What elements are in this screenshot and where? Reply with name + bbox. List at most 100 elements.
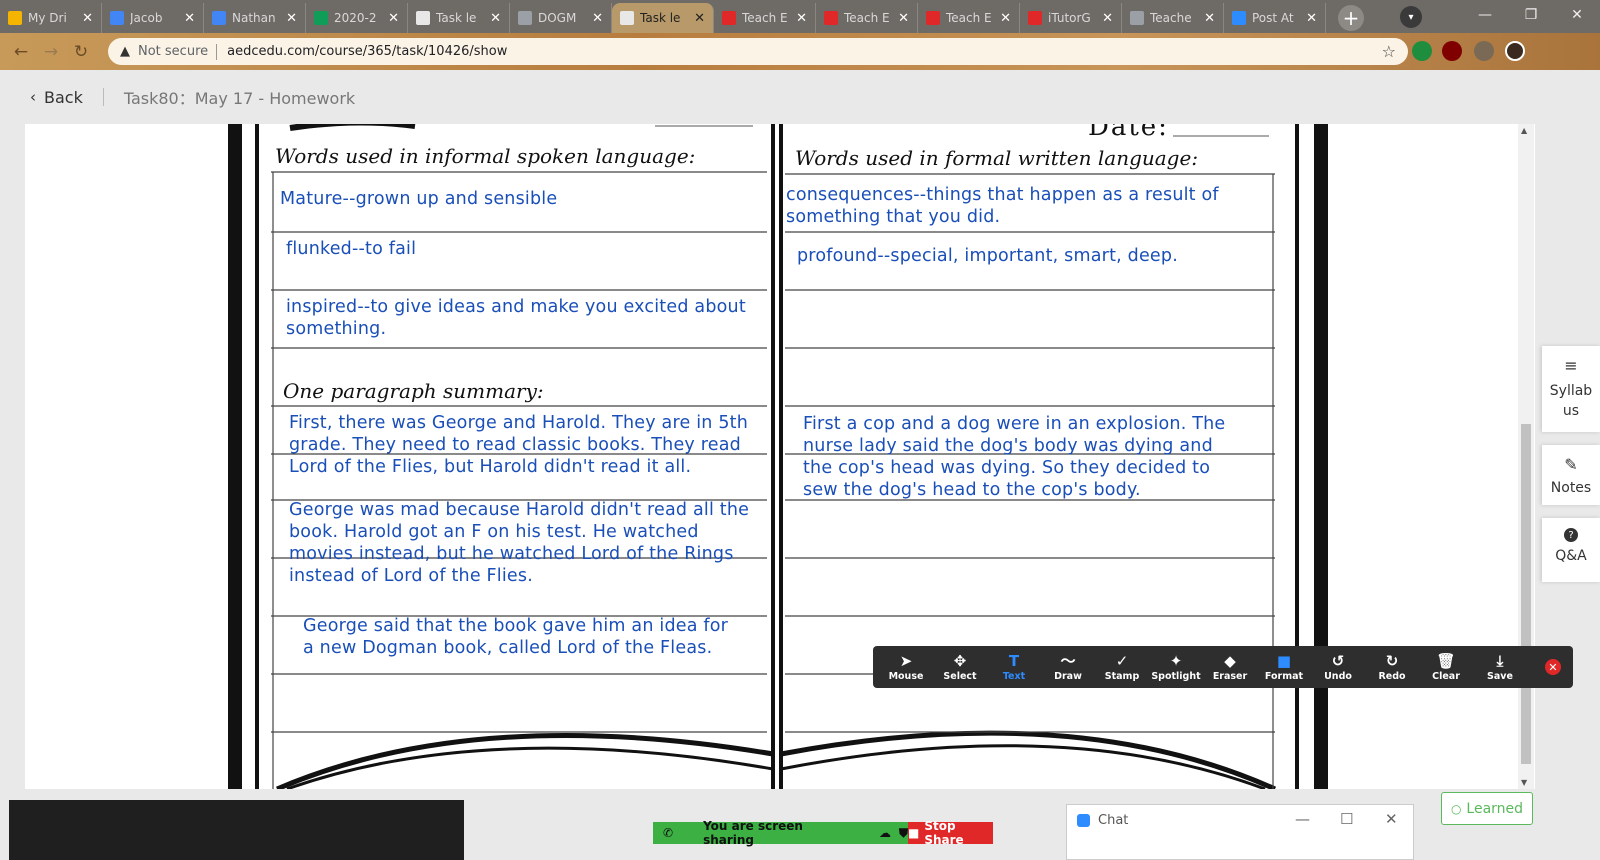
tab-close-icon[interactable]: ✕ bbox=[82, 11, 93, 26]
tab-title[interactable]: Teach E bbox=[742, 11, 792, 25]
browser-tab[interactable]: Teach E ✕ bbox=[816, 3, 918, 33]
learned-button[interactable]: ○ Learned bbox=[1441, 792, 1533, 825]
syllabus-label[interactable]: Syllabus bbox=[1546, 381, 1596, 421]
tab-title[interactable]: Teach E bbox=[946, 11, 996, 25]
security-label[interactable]: Not secure bbox=[138, 44, 208, 59]
left-entry[interactable]: inspired--to give ideas and make you exc… bbox=[286, 296, 756, 340]
forward-arrow-icon[interactable]: → bbox=[36, 42, 66, 62]
right-entry[interactable]: consequences--things that happen as a re… bbox=[786, 184, 1246, 228]
tool-text-button[interactable]: T Text bbox=[987, 652, 1041, 682]
tool-redo-button[interactable]: ↻ Redo bbox=[1365, 652, 1419, 682]
chat-maximize-icon[interactable]: ☐ bbox=[1340, 810, 1353, 828]
url-text[interactable]: aedcedu.com/course/365/task/10426/show bbox=[227, 44, 507, 59]
tool-clear-button[interactable]: 🗑 Clear bbox=[1419, 652, 1473, 682]
browser-tab[interactable]: Nathan ✕ bbox=[204, 3, 306, 33]
tab-close-icon[interactable]: ✕ bbox=[1000, 11, 1011, 26]
tool-mouse-button[interactable]: ➤ Mouse bbox=[879, 652, 933, 682]
omnibox[interactable]: ▲ Not secure aedcedu.com/course/365/task… bbox=[108, 38, 1408, 65]
extension-puzzle-icon[interactable] bbox=[1474, 41, 1494, 61]
warning-icon[interactable]: ▲ bbox=[120, 44, 130, 59]
browser-tab[interactable]: My Dri ✕ bbox=[0, 3, 102, 33]
tab-close-icon[interactable]: ✕ bbox=[184, 11, 195, 26]
tab-title[interactable]: Teach E bbox=[844, 11, 894, 25]
tab-close-icon[interactable]: ✕ bbox=[1204, 11, 1215, 26]
tab-favicon-icon bbox=[1130, 11, 1144, 25]
browser-tab[interactable]: iTutorG ✕ bbox=[1020, 3, 1122, 33]
left-entry[interactable]: Mature--grown up and sensible bbox=[280, 188, 750, 210]
tab-title[interactable]: Task le bbox=[640, 11, 690, 25]
left-summary-paragraph[interactable]: George was mad because Harold didn't rea… bbox=[289, 499, 759, 587]
scroll-down-icon[interactable]: ▼ bbox=[1521, 778, 1527, 787]
chat-close-icon[interactable]: ✕ bbox=[1385, 810, 1398, 828]
left-entry[interactable]: flunked--to fail bbox=[286, 238, 756, 260]
stop-share-button[interactable]: ■ Stop Share bbox=[908, 819, 993, 847]
tab-title[interactable]: DOGM bbox=[538, 11, 588, 25]
tab-title[interactable]: 2020-2 bbox=[334, 11, 384, 25]
tool-select-button[interactable]: ✥ Select bbox=[933, 652, 987, 682]
browser-tab[interactable]: Teache ✕ bbox=[1122, 3, 1224, 33]
qa-label[interactable]: Q&A bbox=[1555, 548, 1587, 564]
tab-close-icon[interactable]: ✕ bbox=[1102, 11, 1113, 26]
sharing-status[interactable]: ✆ You are screen sharing ☁ ⛊ bbox=[653, 819, 908, 847]
tab-close-icon[interactable]: ✕ bbox=[490, 11, 501, 26]
back-label[interactable]: Back bbox=[44, 88, 83, 107]
browser-tab[interactable]: Teach E ✕ bbox=[714, 3, 816, 33]
extension-ublock-icon[interactable] bbox=[1442, 41, 1462, 61]
tool-undo-button[interactable]: ↺ Undo bbox=[1311, 652, 1365, 682]
tool-stamp-button[interactable]: ✓ Stamp bbox=[1095, 652, 1149, 682]
tab-title[interactable]: iTutorG bbox=[1048, 11, 1098, 25]
tab-search-icon[interactable]: ▾ bbox=[1400, 6, 1422, 28]
tab-title[interactable]: Jacob bbox=[130, 11, 180, 25]
tool-eraser-button[interactable]: ◆ Eraser bbox=[1203, 652, 1257, 682]
browser-tab[interactable]: 2020-2 ✕ bbox=[306, 3, 408, 33]
profile-avatar[interactable] bbox=[1505, 41, 1525, 61]
tab-title[interactable]: Task le bbox=[436, 11, 486, 25]
tab-close-icon[interactable]: ✕ bbox=[592, 11, 603, 26]
tool-format-button[interactable]: ■ Format bbox=[1257, 652, 1311, 682]
tab-close-icon[interactable]: ✕ bbox=[388, 11, 399, 26]
tool-save-button[interactable]: ⤓ Save bbox=[1473, 652, 1527, 682]
browser-tab[interactable]: Teach E ✕ bbox=[918, 3, 1020, 33]
cloud-icon: ☁ bbox=[878, 826, 891, 840]
tab-title[interactable]: Post At bbox=[1252, 11, 1302, 25]
scroll-up-icon[interactable]: ▲ bbox=[1521, 126, 1527, 135]
extension-green-icon[interactable] bbox=[1412, 41, 1432, 61]
tool-spotlight-button[interactable]: ✦ Spotlight bbox=[1149, 652, 1203, 682]
reload-icon[interactable]: ↻ bbox=[66, 42, 96, 62]
restore-icon[interactable]: ❐ bbox=[1508, 7, 1554, 23]
close-annotation-icon[interactable]: ✕ bbox=[1545, 659, 1561, 675]
bookmark-star-icon[interactable]: ☆ bbox=[1382, 42, 1396, 61]
tab-close-icon[interactable]: ✕ bbox=[694, 11, 705, 26]
tab-close-icon[interactable]: ✕ bbox=[1306, 11, 1317, 26]
right-entry[interactable]: profound--special, important, smart, dee… bbox=[797, 245, 1257, 267]
browser-tab[interactable]: Task le ✕ bbox=[612, 3, 714, 33]
scroll-thumb[interactable] bbox=[1521, 424, 1531, 764]
notes-label[interactable]: Notes bbox=[1551, 480, 1591, 496]
chat-window[interactable]: Chat — ☐ ✕ bbox=[1066, 804, 1414, 860]
right-summary-paragraph[interactable]: First a cop and a dog were in an explosi… bbox=[803, 413, 1243, 501]
chat-minimize-icon[interactable]: — bbox=[1295, 810, 1310, 828]
close-window-icon[interactable]: ✕ bbox=[1554, 7, 1600, 23]
content-scrollbar[interactable]: ▲ ▼ bbox=[1518, 124, 1534, 789]
browser-tab[interactable]: DOGM ✕ bbox=[510, 3, 612, 33]
tab-title[interactable]: My Dri bbox=[28, 11, 78, 25]
browser-tab[interactable]: Jacob ✕ bbox=[102, 3, 204, 33]
browser-tab[interactable]: Task le ✕ bbox=[408, 3, 510, 33]
new-tab-button[interactable]: + bbox=[1338, 5, 1364, 31]
back-arrow-icon[interactable]: ← bbox=[6, 42, 36, 62]
tab-title[interactable]: Teache bbox=[1150, 11, 1200, 25]
side-tab-qa[interactable]: ? Q&A bbox=[1542, 518, 1600, 582]
tab-favicon-icon bbox=[518, 11, 532, 25]
left-summary-paragraph[interactable]: First, there was George and Harold. They… bbox=[289, 412, 749, 478]
minimize-icon[interactable]: — bbox=[1462, 7, 1508, 23]
tab-close-icon[interactable]: ✕ bbox=[286, 11, 297, 26]
tool-draw-button[interactable]: 〜 Draw bbox=[1041, 652, 1095, 682]
left-summary-paragraph[interactable]: George said that the book gave him an id… bbox=[303, 615, 743, 659]
back-link[interactable]: ‹ Back bbox=[30, 88, 83, 107]
tab-title[interactable]: Nathan bbox=[232, 11, 282, 25]
side-tab-syllabus[interactable]: ≡ Syllabus bbox=[1542, 346, 1600, 432]
tab-close-icon[interactable]: ✕ bbox=[898, 11, 909, 26]
tab-close-icon[interactable]: ✕ bbox=[796, 11, 807, 26]
side-tab-notes[interactable]: ✎ Notes bbox=[1542, 445, 1600, 505]
browser-tab[interactable]: Post At ✕ bbox=[1224, 3, 1326, 33]
